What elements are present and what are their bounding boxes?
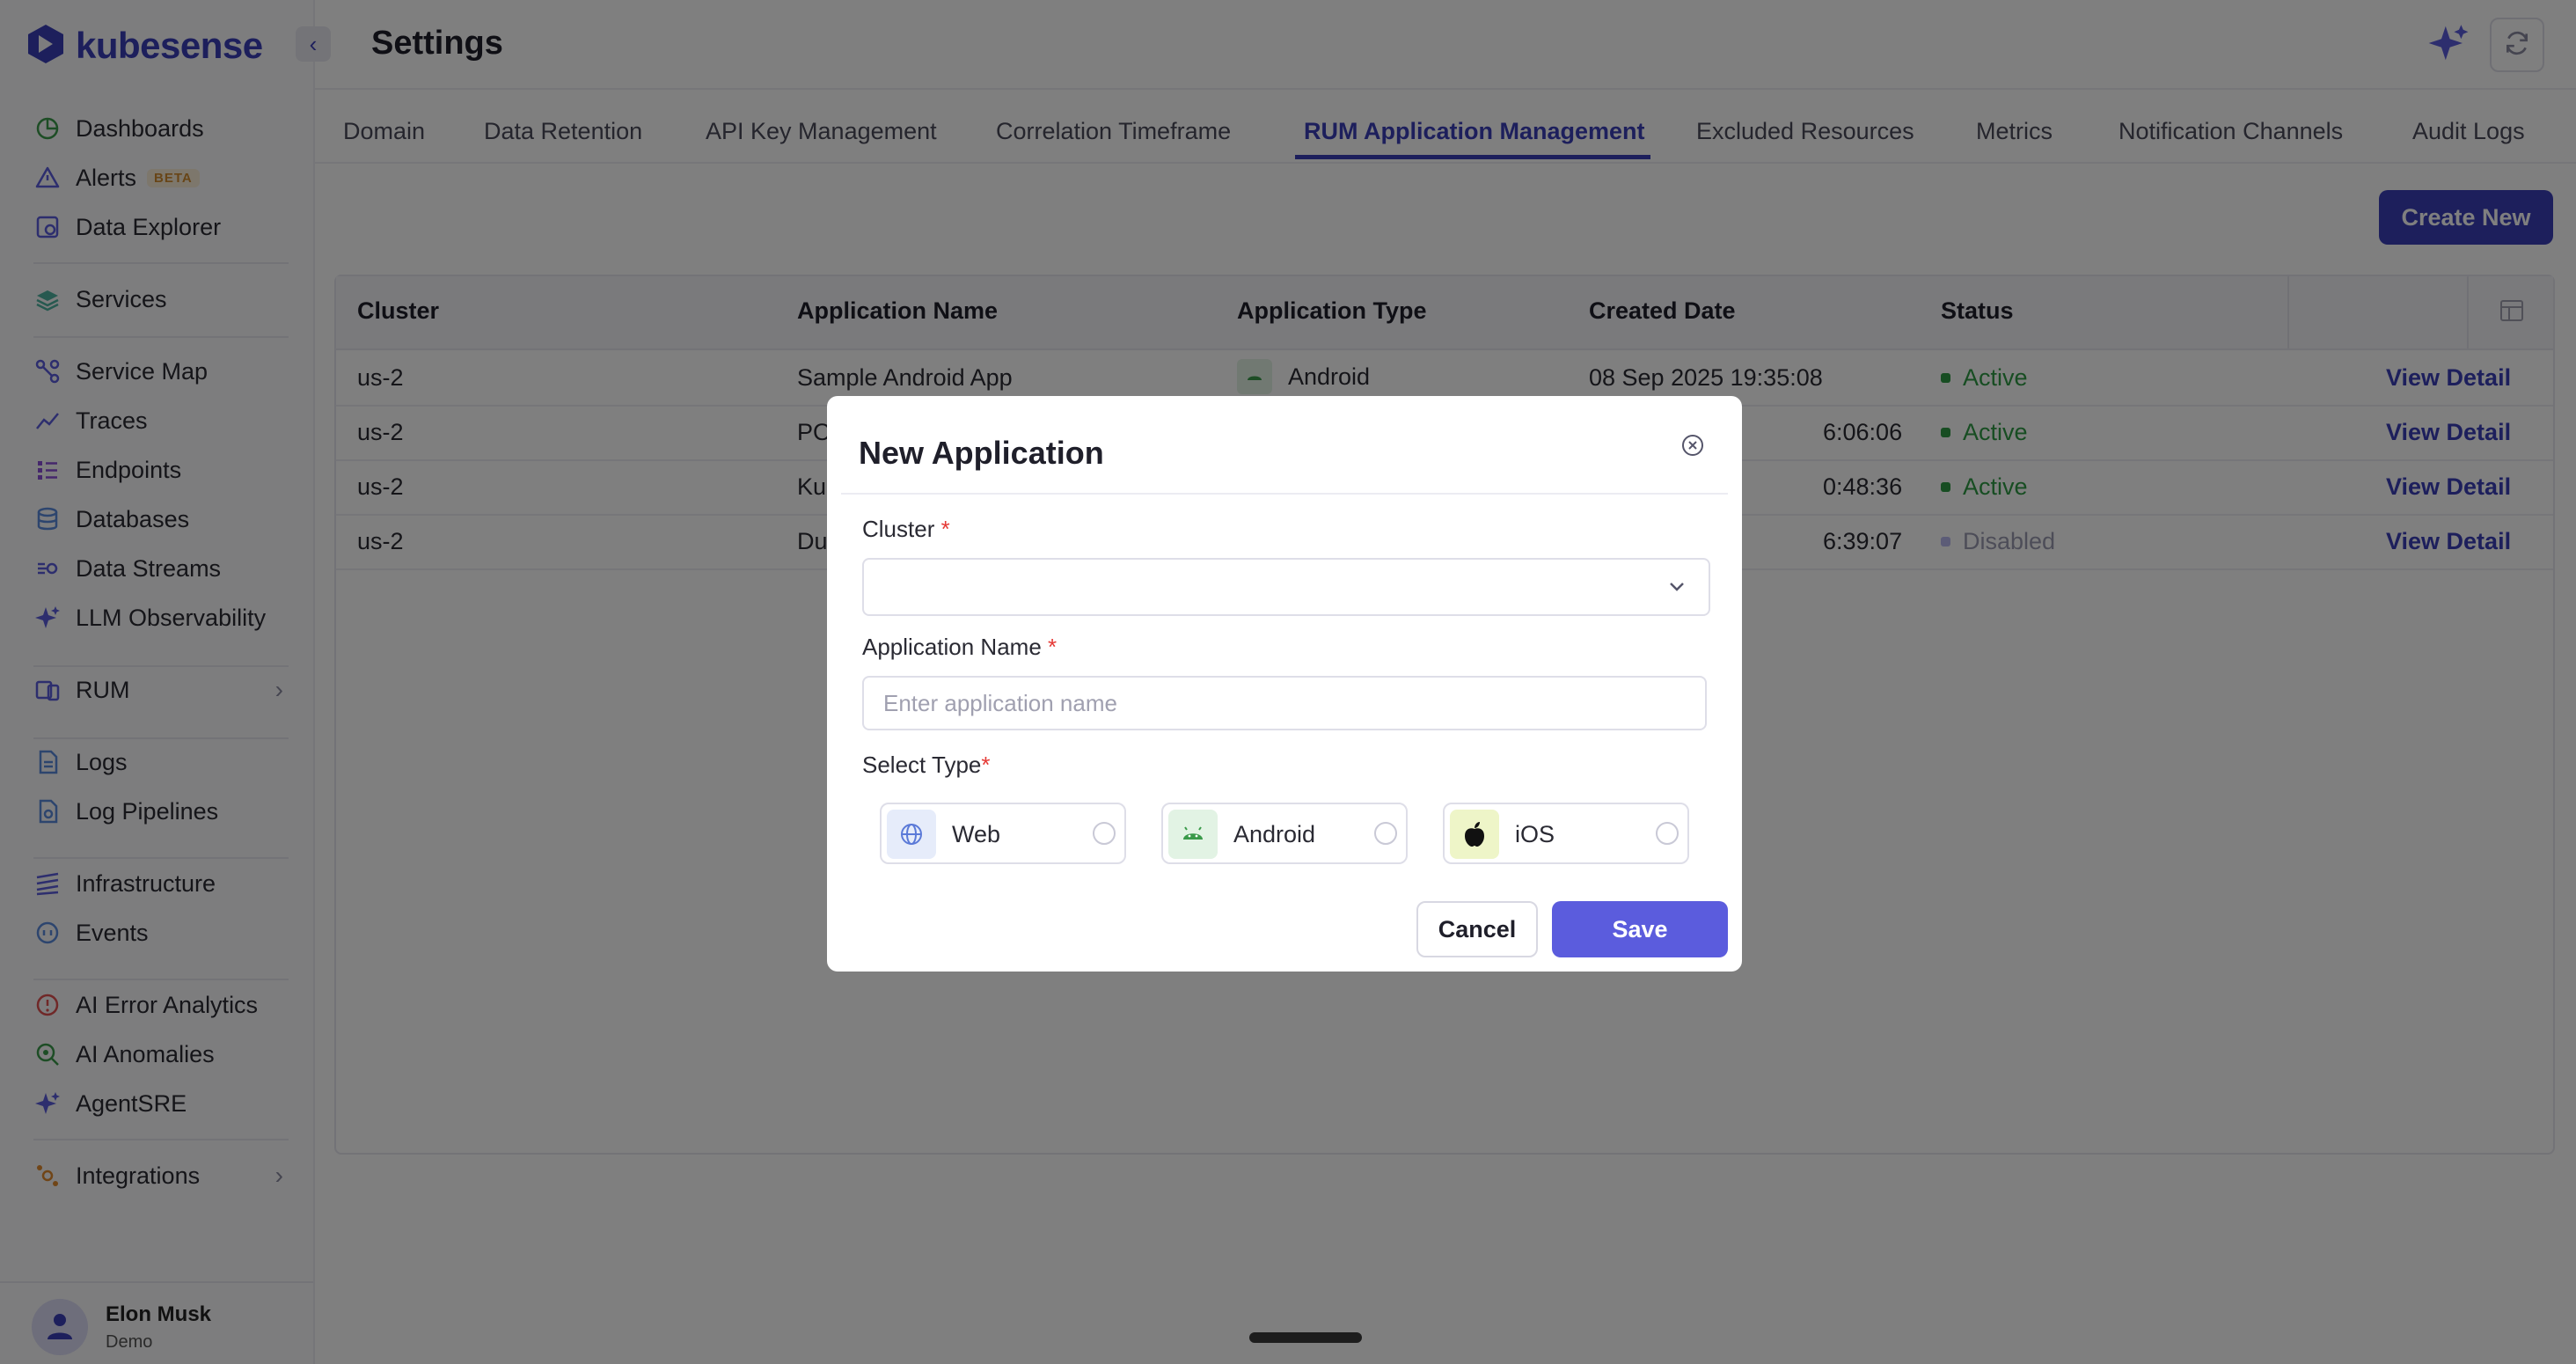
new-application-dialog: New Application Cluster * Application Na… xyxy=(827,396,1742,972)
required-mark: * xyxy=(981,752,991,778)
type-radio-android[interactable] xyxy=(1374,822,1397,845)
application-name-label-text: Application Name xyxy=(862,634,1042,660)
application-name-input[interactable] xyxy=(862,676,1707,730)
cluster-label: Cluster * xyxy=(862,516,950,543)
select-type-label: Select Type* xyxy=(862,752,991,779)
type-radio-web[interactable] xyxy=(1093,822,1116,845)
cluster-select[interactable] xyxy=(862,558,1710,616)
type-option-label: Web xyxy=(952,821,1001,847)
type-option-label: Android xyxy=(1233,821,1316,847)
chevron-down-icon xyxy=(1665,574,1689,603)
close-button[interactable] xyxy=(1677,431,1709,463)
select-type-label-text: Select Type xyxy=(862,752,982,778)
save-button[interactable]: Save xyxy=(1552,901,1728,957)
modal-divider xyxy=(841,493,1728,495)
globe-icon xyxy=(887,810,936,859)
type-option-android[interactable]: Android xyxy=(1161,803,1408,864)
apple-icon xyxy=(1450,810,1499,859)
modal-title: New Application xyxy=(859,435,1104,471)
type-option-web[interactable]: Web xyxy=(880,803,1126,864)
required-mark: * xyxy=(1048,634,1057,660)
type-option-ios[interactable]: iOS xyxy=(1443,803,1689,864)
cluster-label-text: Cluster xyxy=(862,516,935,542)
application-name-label: Application Name * xyxy=(862,634,1057,661)
cancel-button[interactable]: Cancel xyxy=(1416,901,1538,957)
android-icon xyxy=(1168,810,1218,859)
type-option-label: iOS xyxy=(1515,821,1555,847)
type-radio-ios[interactable] xyxy=(1656,822,1679,845)
close-icon xyxy=(1680,433,1705,462)
required-mark: * xyxy=(940,516,950,542)
